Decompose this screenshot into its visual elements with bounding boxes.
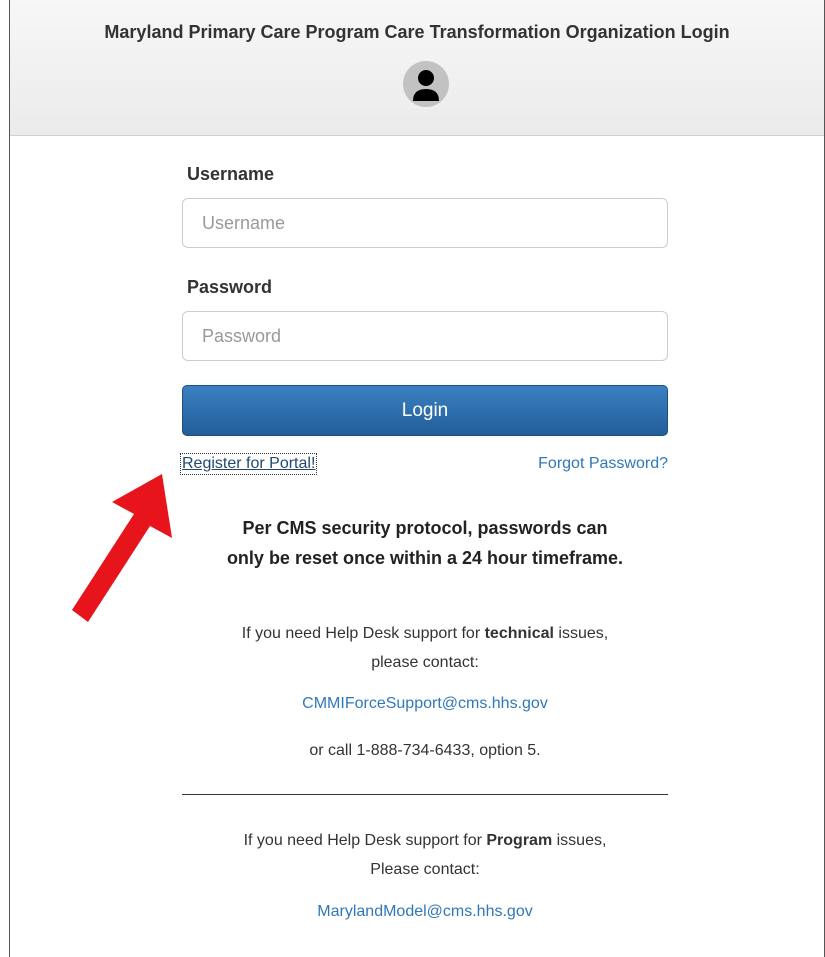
program-support-line1: If you need Help Desk support for Progra… [243,832,607,849]
program-support-text: If you need Help Desk support for Progra… [182,826,668,884]
register-link[interactable]: Register for Portal! [179,453,318,475]
red-arrow-icon [64,468,184,633]
security-notice: Per CMS security protocol, passwords can… [182,513,668,573]
username-input[interactable] [182,198,668,248]
technical-support-email-link[interactable]: CMMIForceSupport@cms.hhs.gov [182,695,668,713]
program-support-line2: Please contact: [370,861,480,878]
password-label: Password [187,277,273,297]
technical-support-text: If you need Help Desk support for techni… [182,619,668,677]
technical-support-line2: please contact: [371,654,479,671]
user-avatar-icon [403,61,449,107]
login-header: Maryland Primary Care Program Care Trans… [10,0,824,136]
forgot-password-link[interactable]: Forgot Password? [538,455,668,473]
section-divider [182,794,668,795]
username-label: Username [187,164,275,184]
program-support-email-link[interactable]: MarylandModel@cms.hhs.gov [182,903,668,921]
security-notice-line2: only be reset once within a 24 hour time… [226,548,624,568]
security-notice-line1: Per CMS security protocol, passwords can [242,518,608,538]
login-button[interactable]: Login [182,385,668,436]
technical-support-phone: or call 1-888-734-6433, option 5. [309,742,541,759]
password-input[interactable] [182,311,668,361]
technical-support-line1: If you need Help Desk support for techni… [241,625,609,642]
page-title: Maryland Primary Care Program Care Trans… [104,22,730,42]
